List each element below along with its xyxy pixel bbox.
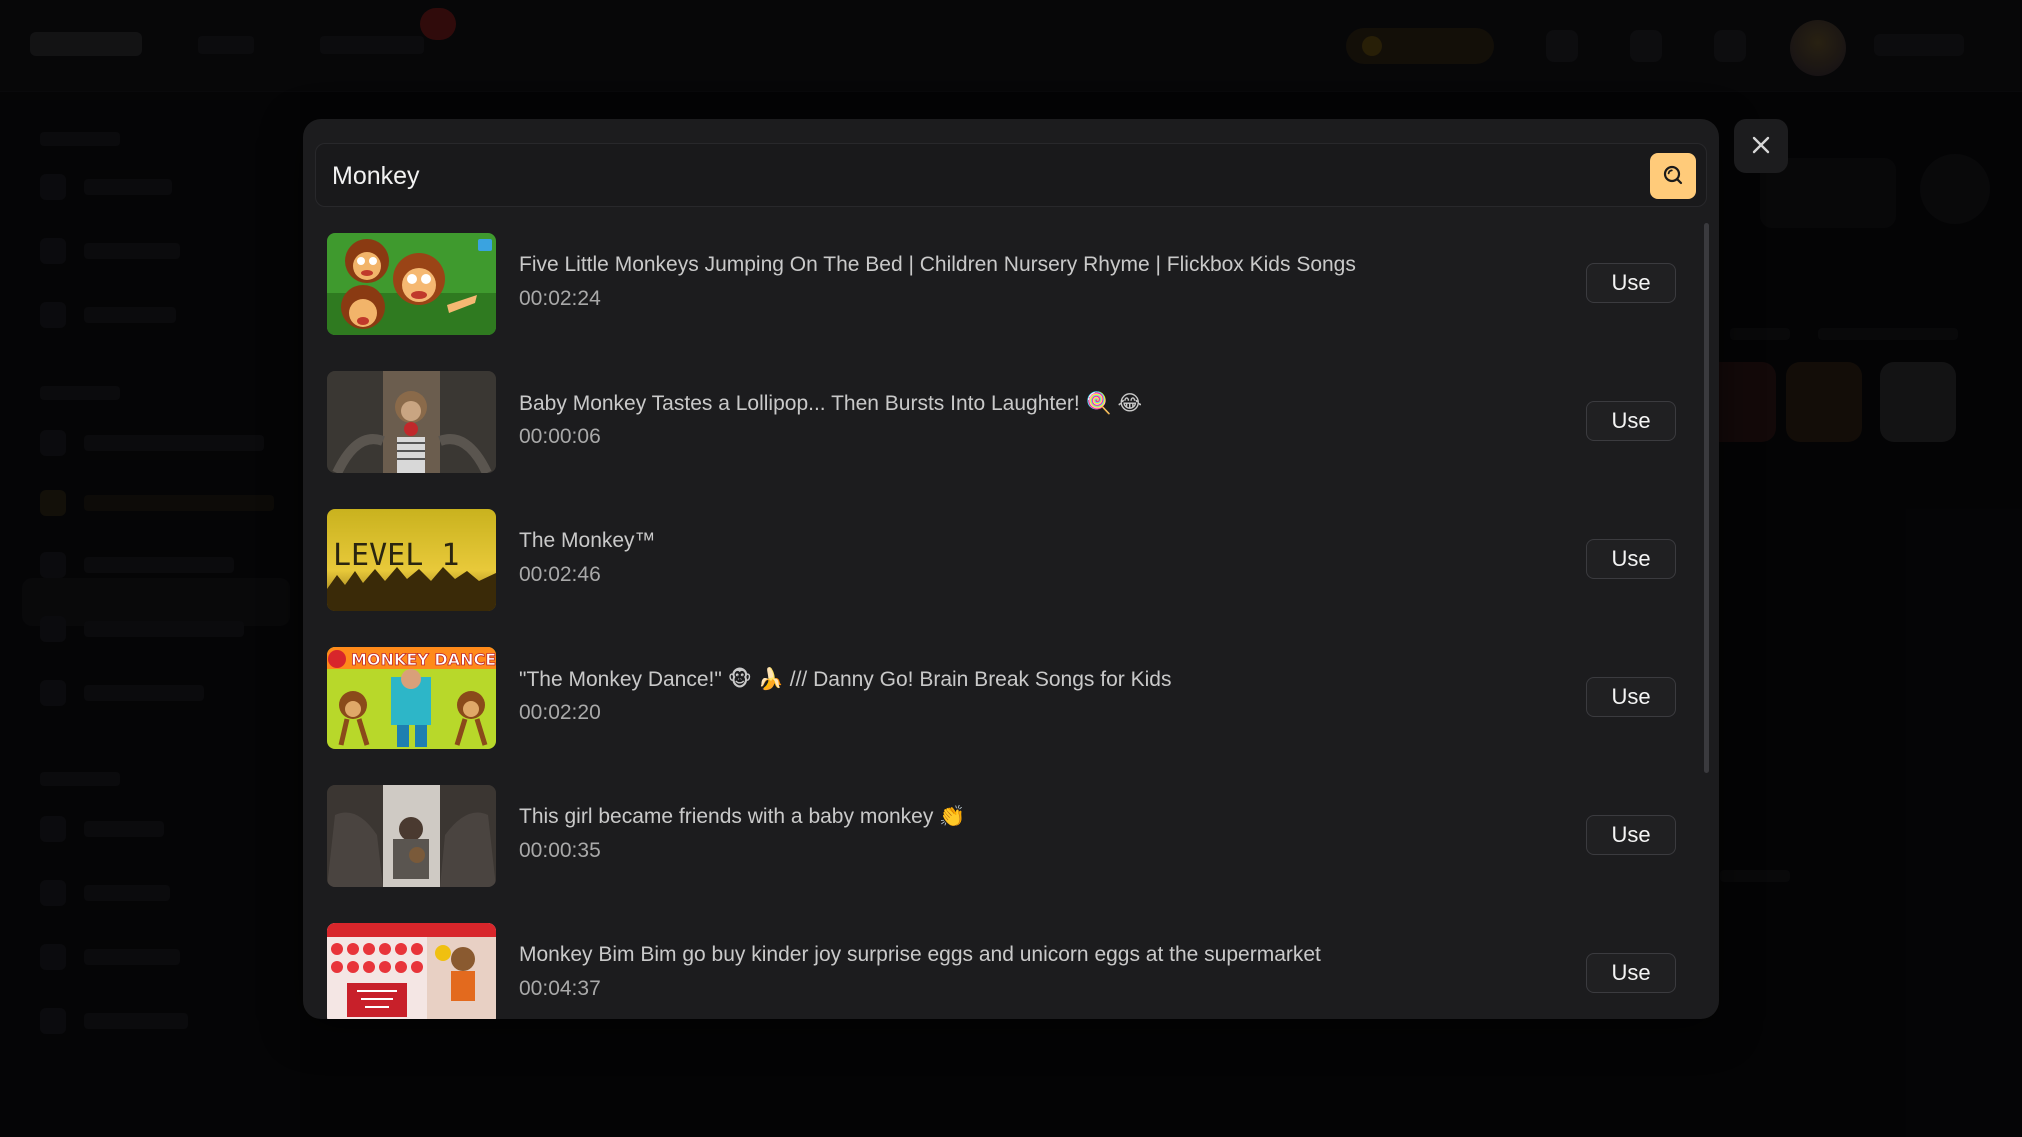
video-thumbnail[interactable] <box>327 233 496 335</box>
video-duration: 00:02:46 <box>519 563 601 586</box>
results-scrollbar-thumb[interactable] <box>1704 223 1709 773</box>
result-row[interactable]: LEVEL 1 The Monkey™ 00:02:46 Use <box>315 509 1691 647</box>
video-title: The Monkey™ <box>519 529 656 552</box>
close-icon <box>1750 134 1772 159</box>
search-bar <box>315 143 1707 207</box>
video-duration: 00:04:37 <box>519 977 601 1000</box>
use-button[interactable]: Use <box>1586 677 1676 717</box>
video-duration: 00:02:20 <box>519 701 601 724</box>
use-button[interactable]: Use <box>1586 539 1676 579</box>
video-thumbnail[interactable]: LEVEL 1 <box>327 509 496 611</box>
result-row[interactable]: Monkey Bim Bim go buy kinder joy surpris… <box>315 923 1691 1019</box>
video-thumbnail[interactable]: MONKEY DANCE! <box>327 647 496 749</box>
result-row[interactable]: MONKEY DANCE! "The Monkey Dance!" 🐵 🍌 //… <box>315 647 1691 785</box>
use-button[interactable]: Use <box>1586 263 1676 303</box>
use-button[interactable]: Use <box>1586 401 1676 441</box>
video-duration: 00:00:06 <box>519 425 601 448</box>
search-input[interactable] <box>332 154 1612 198</box>
video-search-modal: Five Little Monkeys Jumping On The Bed |… <box>303 119 1719 1019</box>
close-modal-button[interactable] <box>1734 119 1788 173</box>
result-row[interactable]: Five Little Monkeys Jumping On The Bed |… <box>315 233 1691 371</box>
use-button[interactable]: Use <box>1586 953 1676 993</box>
results-list[interactable]: Five Little Monkeys Jumping On The Bed |… <box>315 223 1691 1019</box>
video-duration: 00:00:35 <box>519 839 601 862</box>
search-button[interactable] <box>1650 153 1696 199</box>
use-button[interactable]: Use <box>1586 815 1676 855</box>
result-row[interactable]: This girl became friends with a baby mon… <box>315 785 1691 923</box>
video-title: Five Little Monkeys Jumping On The Bed |… <box>519 253 1356 276</box>
video-thumbnail[interactable] <box>327 785 496 887</box>
video-thumbnail[interactable] <box>327 371 496 473</box>
video-title: Baby Monkey Tastes a Lollipop... Then Bu… <box>519 392 1143 415</box>
video-title: "The Monkey Dance!" 🐵 🍌 /// Danny Go! Br… <box>519 668 1172 691</box>
video-title: This girl became friends with a baby mon… <box>519 805 966 828</box>
search-icon <box>1661 163 1685 190</box>
thumbnail-dance-text: MONKEY DANCE! <box>351 650 496 669</box>
result-row[interactable]: Baby Monkey Tastes a Lollipop... Then Bu… <box>315 371 1691 509</box>
thumbnail-level-text: LEVEL 1 <box>333 538 459 573</box>
video-title: Monkey Bim Bim go buy kinder joy surpris… <box>519 943 1321 966</box>
video-duration: 00:02:24 <box>519 287 601 310</box>
video-thumbnail[interactable] <box>327 923 496 1019</box>
